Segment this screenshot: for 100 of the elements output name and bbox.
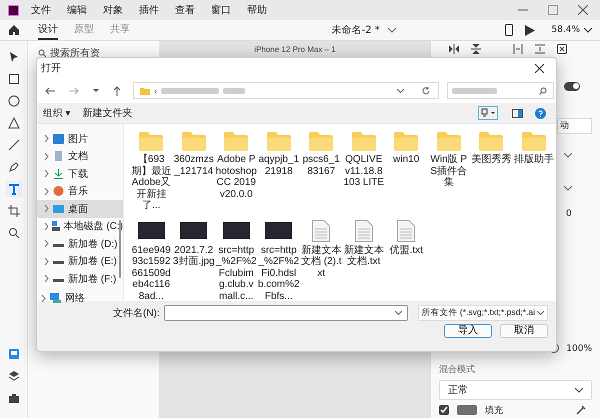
artboard-tool-icon[interactable] — [6, 203, 22, 219]
ellipse-tool-icon[interactable] — [6, 93, 22, 109]
chevron-down-icon[interactable] — [388, 28, 396, 32]
flip-vertical-icon[interactable] — [471, 44, 481, 54]
menu-item[interactable]: 对象 — [103, 3, 123, 17]
file-item[interactable]: aqypjb_121918 — [258, 130, 300, 212]
file-item[interactable]: Win版 PS插件合集 — [428, 130, 470, 212]
opacity-value[interactable]: 100% — [566, 344, 592, 354]
phone-icon[interactable] — [505, 24, 514, 36]
document-title[interactable]: 未命名-2 * — [332, 23, 380, 37]
menu-item[interactable]: 文件 — [31, 3, 51, 17]
chevron-right-icon[interactable] — [44, 170, 49, 178]
chevron-down-icon[interactable] — [564, 186, 572, 191]
folder-icon — [266, 132, 291, 151]
file-item[interactable]: 排版助手 — [512, 130, 555, 212]
folder-icon — [522, 132, 546, 151]
folder-icon — [352, 132, 376, 151]
chevron-right-icon[interactable] — [44, 240, 49, 248]
chevron-down-icon[interactable] — [396, 88, 404, 92]
file-item[interactable]: win10 — [385, 130, 428, 212]
sidebar-item[interactable]: 文档 — [37, 148, 123, 165]
sidebar-item[interactable]: 网络 — [37, 290, 123, 307]
distribute-horizontal-icon[interactable] — [513, 44, 523, 54]
file-item[interactable]: 2021.7.23封面.jpg — [172, 218, 215, 302]
chevron-right-icon[interactable] — [44, 222, 48, 230]
menu-item[interactable]: 窗口 — [211, 3, 231, 17]
fill-swatch[interactable] — [457, 405, 477, 416]
search-icon — [38, 49, 46, 57]
eyedropper-icon[interactable] — [576, 405, 586, 416]
close-icon[interactable] — [535, 64, 544, 72]
search-field[interactable] — [446, 82, 554, 99]
view-mode-button[interactable] — [478, 106, 498, 120]
distribute-vertical-icon[interactable] — [535, 44, 545, 54]
chevron-right-icon[interactable] — [44, 205, 49, 212]
file-item[interactable]: 【693期】最近Adobe又开新挂了... — [130, 130, 172, 212]
sidebar-item[interactable]: 新加卷 (E:) — [37, 252, 123, 270]
sidebar-item[interactable]: 图片 — [37, 130, 123, 148]
triangle-tool-icon[interactable] — [6, 115, 22, 131]
chevron-down-icon[interactable] — [394, 311, 402, 315]
import-button[interactable]: 导入 — [444, 324, 492, 338]
value-text[interactable]: 0 — [566, 208, 572, 219]
document-icon — [53, 151, 64, 162]
zoom-level[interactable]: 58.4% — [551, 25, 580, 35]
file-type-dropdown[interactable]: 所有文件 (*.svg;*.txt;*.psd;*.ai — [418, 305, 548, 321]
play-icon[interactable] — [525, 24, 536, 36]
file-item[interactable]: 优盟.txt — [385, 218, 428, 302]
chevron-down-icon[interactable] — [564, 153, 572, 158]
menu-item[interactable]: 查看 — [175, 3, 195, 17]
filename-field[interactable] — [164, 305, 408, 321]
preview-pane-icon[interactable] — [512, 108, 523, 118]
file-item[interactable]: 360zmzs_121714 — [172, 130, 215, 212]
file-item[interactable]: Adobe Photoshop CC 2019 v20.0.0 — [215, 130, 258, 212]
text-tool-icon[interactable] — [6, 181, 22, 197]
chevron-down-icon — [537, 311, 544, 315]
chevron-right-icon[interactable] — [44, 152, 49, 160]
file-item[interactable]: src=http_%2F%2Fi0.hdslb.com%2Fbfs... — [258, 218, 300, 302]
toggle-switch[interactable] — [564, 82, 580, 91]
sidebar-item[interactable]: 下载 — [37, 165, 123, 182]
music-icon — [53, 186, 64, 196]
help-icon[interactable] — [535, 108, 546, 118]
chevron-right-icon[interactable] — [44, 258, 49, 265]
flip-horizontal-icon[interactable] — [449, 44, 459, 54]
folder-icon — [224, 132, 248, 151]
filename-label: 文件名(N): — [113, 306, 160, 320]
folder-icon — [309, 132, 334, 151]
address-bar[interactable]: › — [133, 82, 439, 99]
chevron-down-icon[interactable] — [93, 88, 99, 92]
download-icon — [53, 168, 64, 179]
chevron-right-icon[interactable] — [44, 135, 49, 142]
folder-icon — [436, 132, 461, 151]
file-item[interactable]: QQLIVE v11.18.8103 LITE — [342, 130, 385, 212]
up-arrow-icon[interactable] — [113, 86, 121, 96]
sidebar-item[interactable]: 新加卷 (D:) — [37, 235, 123, 252]
organize-button[interactable]: 组织 ▾ — [43, 106, 71, 120]
back-arrow-icon[interactable] — [45, 86, 55, 94]
new-folder-button[interactable]: 新建文件夹 — [82, 106, 133, 120]
search-field[interactable]: 搜索所有资 — [50, 48, 130, 58]
file-item[interactable]: 美图秀秀 — [470, 130, 512, 212]
blend-mode-label: 混合模式 — [439, 364, 476, 376]
chevron-right-icon[interactable] — [41, 294, 46, 302]
sidebar-item[interactable]: 音乐 — [37, 182, 123, 200]
chevron-right-icon[interactable] — [44, 275, 49, 282]
chevron-right-icon[interactable] — [44, 188, 49, 195]
file-item[interactable]: 新建文本文档 (2).txt — [300, 218, 342, 302]
file-item[interactable]: src=http_%2F%2Fclubimg.club.vmall.c... — [215, 218, 258, 302]
sidebar-item[interactable]: 新加卷 (F:) — [37, 270, 123, 288]
fill-checkbox[interactable] — [439, 405, 449, 416]
sidebar-item[interactable]: 桌面 — [37, 200, 123, 218]
refresh-icon[interactable] — [422, 86, 430, 94]
menu-item[interactable]: 帮助 — [247, 3, 267, 17]
menu-item[interactable]: 插件 — [139, 3, 159, 17]
fit-icon[interactable] — [557, 44, 567, 54]
menu-item[interactable]: 编辑 — [67, 3, 87, 17]
blend-mode-dropdown[interactable]: 正常 — [439, 380, 592, 400]
file-item[interactable]: pscs6_183167 — [300, 130, 342, 212]
chevron-down-icon[interactable] — [584, 28, 592, 32]
file-item[interactable]: 新建文本文档.txt — [342, 218, 385, 302]
file-item[interactable]: 61ee94993c1592661509deb4c1168ad... — [130, 218, 172, 302]
cancel-button[interactable]: 取消 — [500, 324, 548, 338]
text-field[interactable]: 动 — [557, 118, 592, 134]
